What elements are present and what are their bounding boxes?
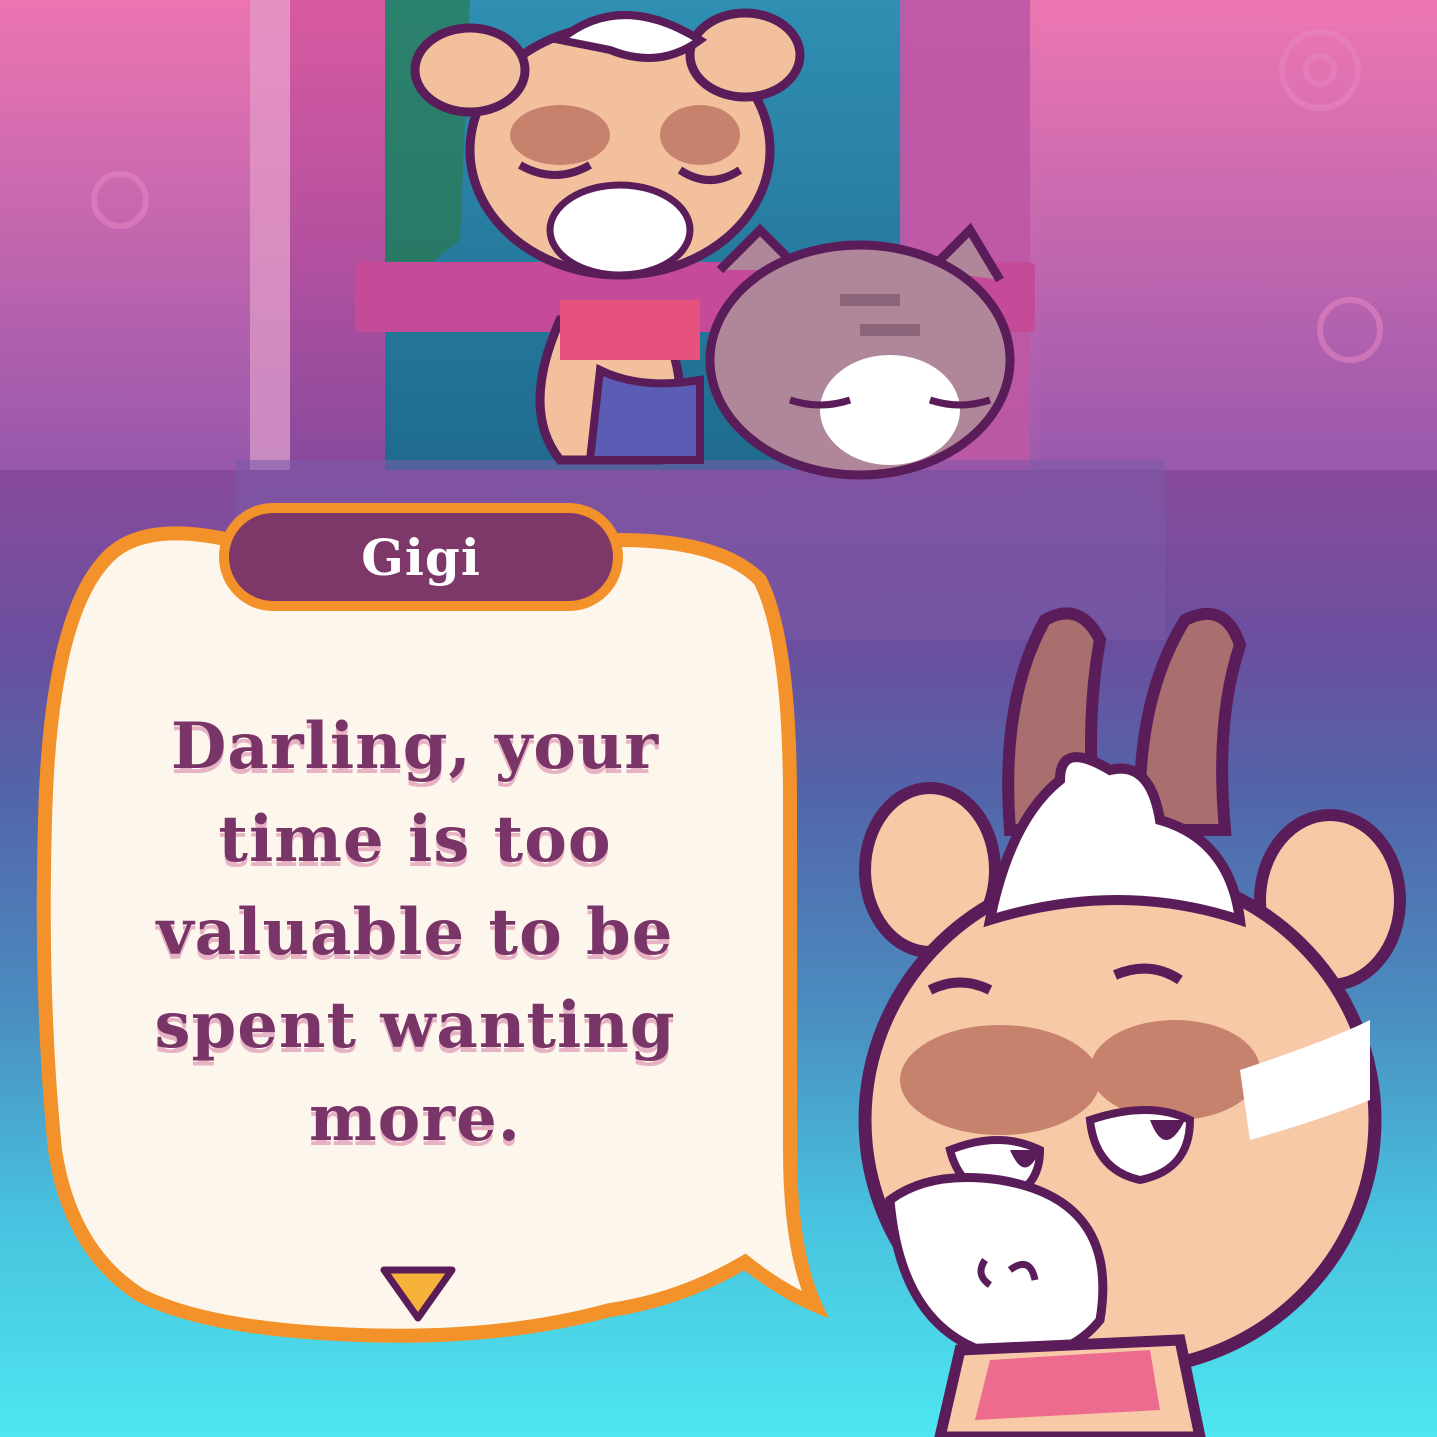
chevron-down-icon[interactable] bbox=[378, 1262, 458, 1328]
dialogue-text: Darling, your time is too valuable to be… bbox=[154, 709, 676, 1156]
speaker-name: Gigi bbox=[361, 527, 481, 587]
speaker-name-tag: Gigi bbox=[224, 508, 618, 606]
